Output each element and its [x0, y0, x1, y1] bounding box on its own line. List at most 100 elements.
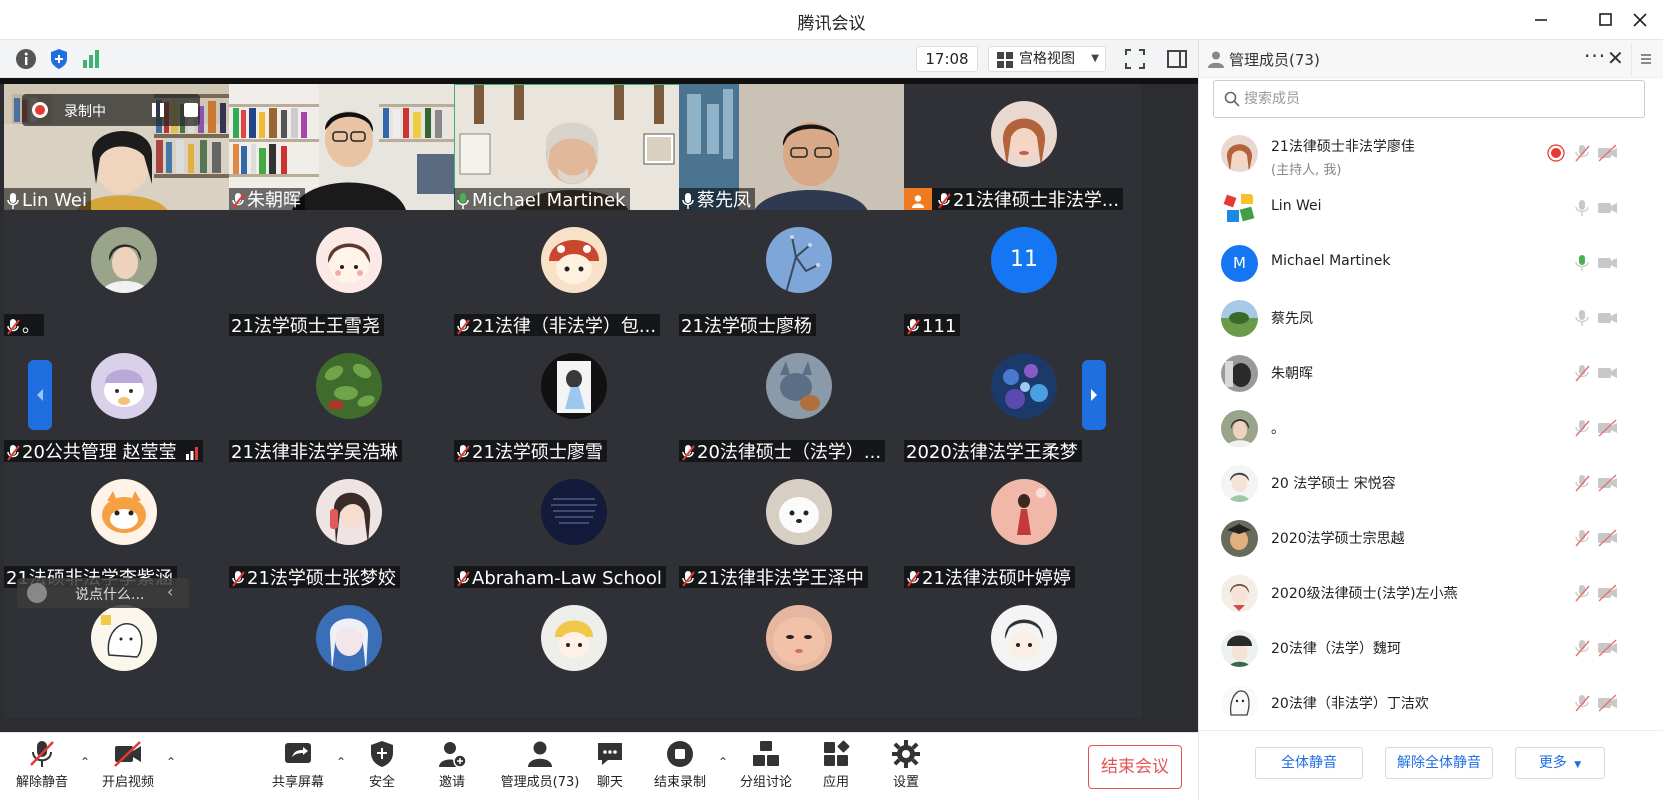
invite-button[interactable]: 邀请	[412, 739, 492, 790]
stop-recording-button[interactable]: 结束录制	[640, 739, 720, 790]
video-tile[interactable]: 录制中 Lin Wei	[4, 84, 242, 214]
camera-off-icon[interactable]	[1597, 419, 1619, 437]
camera-off-icon[interactable]	[1597, 639, 1619, 657]
maximize-icon	[1599, 13, 1612, 26]
video-tile[interactable]: 21法学硕士廖杨	[679, 210, 917, 340]
info-icon[interactable]	[14, 47, 38, 71]
chevron-up-icon[interactable]: ⌃	[166, 755, 176, 769]
video-tile[interactable]: 11 111	[904, 210, 1142, 340]
member-row[interactable]: M Michael Martinek	[1199, 236, 1663, 291]
camera-icon[interactable]	[1597, 254, 1619, 272]
member-row[interactable]: Lin Wei	[1199, 181, 1663, 236]
mic-speaking-icon[interactable]	[1573, 254, 1591, 272]
avatar	[1221, 685, 1258, 716]
video-tile[interactable]: 21法硕非法学李紫涵	[4, 462, 242, 592]
chevron-left-icon[interactable]: ‹	[167, 582, 173, 601]
end-meeting-button[interactable]: 结束会议	[1088, 745, 1182, 789]
chat-icon	[598, 743, 622, 765]
video-tile[interactable]: 2020法律法学王柔梦	[904, 336, 1142, 466]
camera-off-icon[interactable]	[1597, 584, 1619, 602]
chat-button[interactable]: 聊天	[570, 739, 650, 790]
video-tile[interactable]: 21法律硕士非法学...	[904, 84, 1142, 214]
previous-page-button[interactable]	[28, 360, 52, 430]
video-tile[interactable]	[679, 588, 917, 718]
shield-icon[interactable]	[47, 47, 71, 71]
sidebar-toggle-icon[interactable]	[1165, 47, 1189, 71]
more-options-icon[interactable]: ···	[1584, 44, 1606, 68]
video-tile[interactable]: 21法律法硕叶婷婷	[904, 462, 1142, 592]
next-page-button[interactable]	[1082, 360, 1106, 430]
video-tile[interactable]: 21法律非法学吴浩琳	[229, 336, 467, 466]
video-tile[interactable]	[904, 588, 1142, 718]
member-row[interactable]: 朱朝晖	[1199, 346, 1663, 401]
unmute-button[interactable]: 解除静音	[2, 739, 82, 790]
invite-label: 邀请	[438, 775, 465, 790]
pause-recording-icon[interactable]	[150, 102, 166, 118]
video-tile[interactable]: 21法学硕士王雪尧	[229, 210, 467, 340]
emoji-icon[interactable]	[27, 583, 47, 603]
recording-icon	[1547, 144, 1565, 162]
quick-chat-input[interactable]: 说点什么... ‹	[17, 578, 189, 608]
avatar	[316, 605, 382, 671]
avatar	[316, 479, 382, 545]
camera-icon[interactable]	[1597, 309, 1619, 327]
start-video-button[interactable]: 开启视频	[88, 739, 168, 790]
mic-icon[interactable]	[1573, 199, 1591, 217]
video-tile[interactable]: 21法律非法学王泽中	[679, 462, 917, 592]
share-screen-button[interactable]: 共享屏幕	[258, 739, 338, 790]
video-tile[interactable]: 。	[4, 210, 242, 340]
video-tile[interactable]: Michael Martinek	[454, 84, 692, 214]
view-mode-dropdown[interactable]: 宫格视图 ▼	[988, 46, 1106, 72]
maximize-button[interactable]	[1588, 6, 1622, 34]
member-row[interactable]: 2020级法律硕士(法学)左小燕	[1199, 566, 1663, 621]
member-row[interactable]: 2020法学硕士宗思越	[1199, 511, 1663, 566]
mic-muted-icon[interactable]	[1573, 529, 1591, 547]
member-row[interactable]: 蔡先凤	[1199, 291, 1663, 346]
mic-muted-icon[interactable]	[1573, 639, 1591, 657]
video-tile[interactable]	[454, 588, 692, 718]
camera-off-icon[interactable]	[1597, 474, 1619, 492]
avatar	[766, 605, 832, 671]
member-row[interactable]: 20 法学硕士 宋悦容	[1199, 456, 1663, 511]
fullscreen-icon[interactable]	[1123, 47, 1147, 71]
mic-muted-icon[interactable]	[1573, 474, 1591, 492]
mic-muted-icon[interactable]	[1573, 144, 1591, 162]
mic-muted-icon[interactable]	[1573, 419, 1591, 437]
more-button[interactable]: 更多 ▼	[1515, 747, 1605, 779]
camera-off-icon[interactable]	[1597, 144, 1619, 162]
video-tile[interactable]: 朱朝晖	[229, 84, 467, 214]
close-window-button[interactable]	[1623, 6, 1657, 34]
video-tile[interactable]: Abraham-Law School	[454, 462, 692, 592]
video-tile[interactable]: 20法律硕士（法学）...	[679, 336, 917, 466]
camera-icon[interactable]	[1597, 364, 1619, 382]
video-tile[interactable]	[229, 588, 467, 718]
unmute-all-button[interactable]: 解除全体静音	[1385, 747, 1493, 779]
video-tile[interactable]: 蔡先凤	[679, 84, 917, 214]
member-row[interactable]: 。	[1199, 401, 1663, 456]
member-row[interactable]: 20法律（法学）魏珂	[1199, 621, 1663, 676]
breakout-button[interactable]: 分组讨论	[726, 739, 806, 790]
signal-icon[interactable]	[79, 47, 103, 71]
minimize-button[interactable]	[1524, 6, 1558, 34]
apps-button[interactable]: 应用	[796, 739, 876, 790]
security-button[interactable]: 安全	[342, 739, 422, 790]
video-tile[interactable]: 21法律（非法学）包...	[454, 210, 692, 340]
member-search-input[interactable]	[1244, 88, 1634, 110]
camera-off-icon[interactable]	[1597, 694, 1619, 712]
mic-muted-icon[interactable]	[1573, 694, 1591, 712]
mic-icon[interactable]	[1573, 309, 1591, 327]
settings-button[interactable]: 设置	[866, 739, 946, 790]
camera-icon[interactable]	[1597, 199, 1619, 217]
member-row[interactable]: 21法律硕士非法学廖佳 (主持人, 我)	[1199, 126, 1663, 181]
panel-menu-icon[interactable]	[1631, 43, 1659, 75]
member-row[interactable]: 20法律（非法学）丁洁欢	[1199, 676, 1663, 716]
mute-all-button[interactable]: 全体静音	[1255, 747, 1363, 779]
mic-muted-icon[interactable]	[1573, 584, 1591, 602]
avatar	[1221, 520, 1258, 557]
stop-recording-icon[interactable]	[184, 103, 198, 117]
mic-muted-icon[interactable]	[1573, 364, 1591, 382]
close-panel-icon[interactable]: ✕	[1607, 46, 1624, 70]
video-tile[interactable]: 21法学硕士张梦姣	[229, 462, 467, 592]
video-tile[interactable]: 21法学硕士廖雪	[454, 336, 692, 466]
camera-off-icon[interactable]	[1597, 529, 1619, 547]
